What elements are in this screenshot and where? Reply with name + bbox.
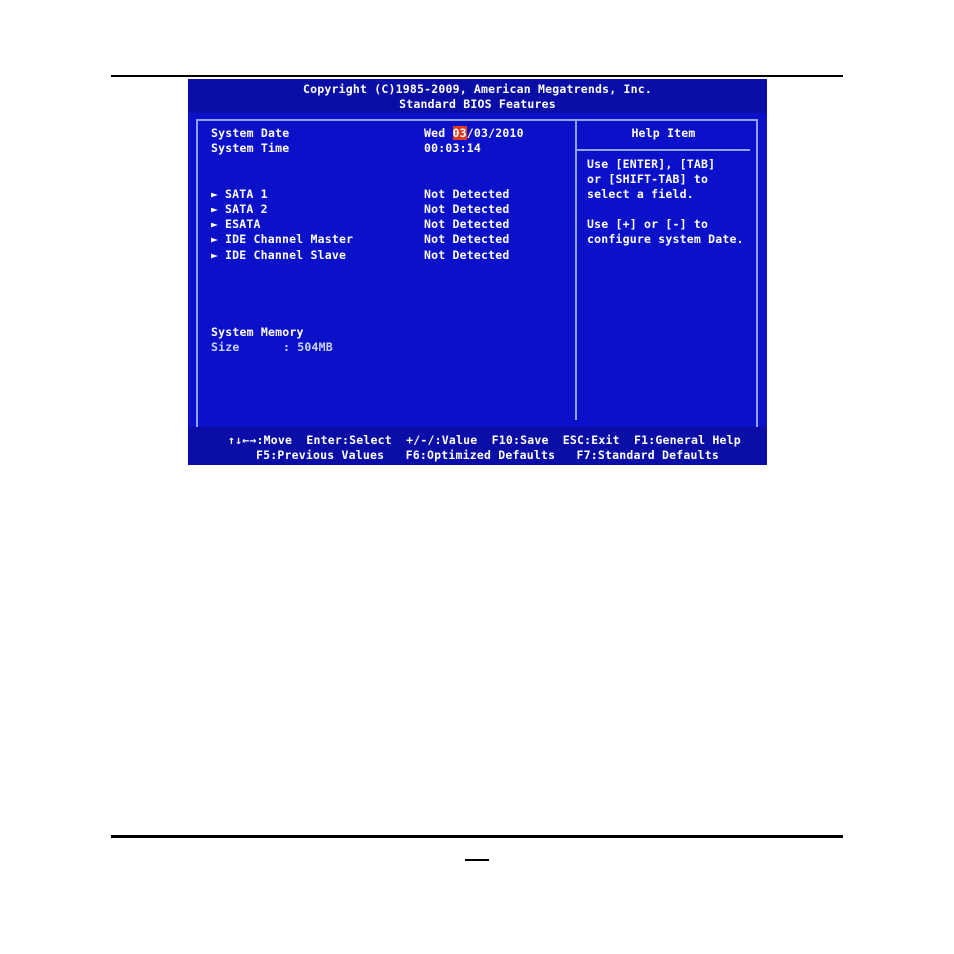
panel-divider-vertical [575,119,577,420]
submenu-arrow-icon: ► [211,217,219,231]
system-date-field[interactable]: Wed 03/03/2010 [424,126,524,141]
submenu-arrow-icon: ► [211,187,219,201]
submenu-arrow-icon: ► [211,202,219,216]
menu-item-label: IDE Channel Master [225,232,354,246]
menu-item-label: SATA 1 [225,187,268,201]
menu-item-value: Not Detected [424,202,510,216]
help-line: Use [ENTER], [TAB] [587,157,716,171]
menu-item-sata1[interactable]: ► SATA 1 [211,187,268,202]
menu-item-esata[interactable]: ► ESATA [211,217,261,232]
help-panel-text: Use [ENTER], [TAB] or [SHIFT-TAB] to sel… [587,157,749,247]
help-line: or [SHIFT-TAB] to [587,172,709,186]
help-line: select a field. [587,187,694,201]
bios-header-bar: Copyright (C)1985-2009, American Megatre… [188,79,767,113]
system-date-month-selected[interactable]: 03 [452,126,467,140]
footer-key-hints-2: F5:Previous Values F6:Optimized Defaults… [256,448,720,462]
page-bottom-rule [111,835,843,838]
submenu-arrow-icon: ► [211,248,219,262]
menu-item-ide-master[interactable]: ► IDE Channel Master [211,232,353,247]
page-top-rule [111,75,843,77]
menu-item-value: Not Detected [424,187,510,201]
page-number-underline [465,859,489,861]
help-line: configure system Date. [587,232,744,246]
footer-key-hints-1: ↑↓←→:Move Enter:Select +/-/:Value F10:Sa… [228,433,741,447]
bios-footer-bar: ↑↓←→:Move Enter:Select +/-/:Value F10:Sa… [188,427,767,465]
menu-item-value: Not Detected [424,217,510,231]
system-time-field[interactable]: 00:03:14 [424,141,481,156]
menu-item-label: ESATA [225,217,261,231]
memory-size-label: Size [211,340,240,354]
help-panel-title: Help Item [631,126,696,140]
menu-item-ide-slave[interactable]: ► IDE Channel Slave [211,248,346,263]
system-date-label: System Date [211,126,290,140]
menu-item-label: SATA 2 [225,202,268,216]
screen-title: Standard BIOS Features [399,97,556,111]
bios-screenshot: Copyright (C)1985-2009, American Megatre… [188,79,767,465]
menu-item-sata2[interactable]: ► SATA 2 [211,202,268,217]
menu-item-label: IDE Channel Slave [225,248,347,262]
menu-item-value: Not Detected [424,232,510,246]
system-date-day: Wed [424,126,446,140]
copyright-text: Copyright (C)1985-2009, American Megatre… [302,82,653,96]
system-date-rest[interactable]: /03/2010 [467,126,524,140]
system-time-label: System Time [211,141,290,155]
menu-item-value: Not Detected [424,248,510,262]
system-memory-label: System Memory [211,325,304,339]
help-divider-horizontal [577,149,750,151]
help-line: Use [+] or [-] to [587,217,709,231]
memory-size-value: : 504MB [283,340,333,354]
submenu-arrow-icon: ► [211,232,219,246]
